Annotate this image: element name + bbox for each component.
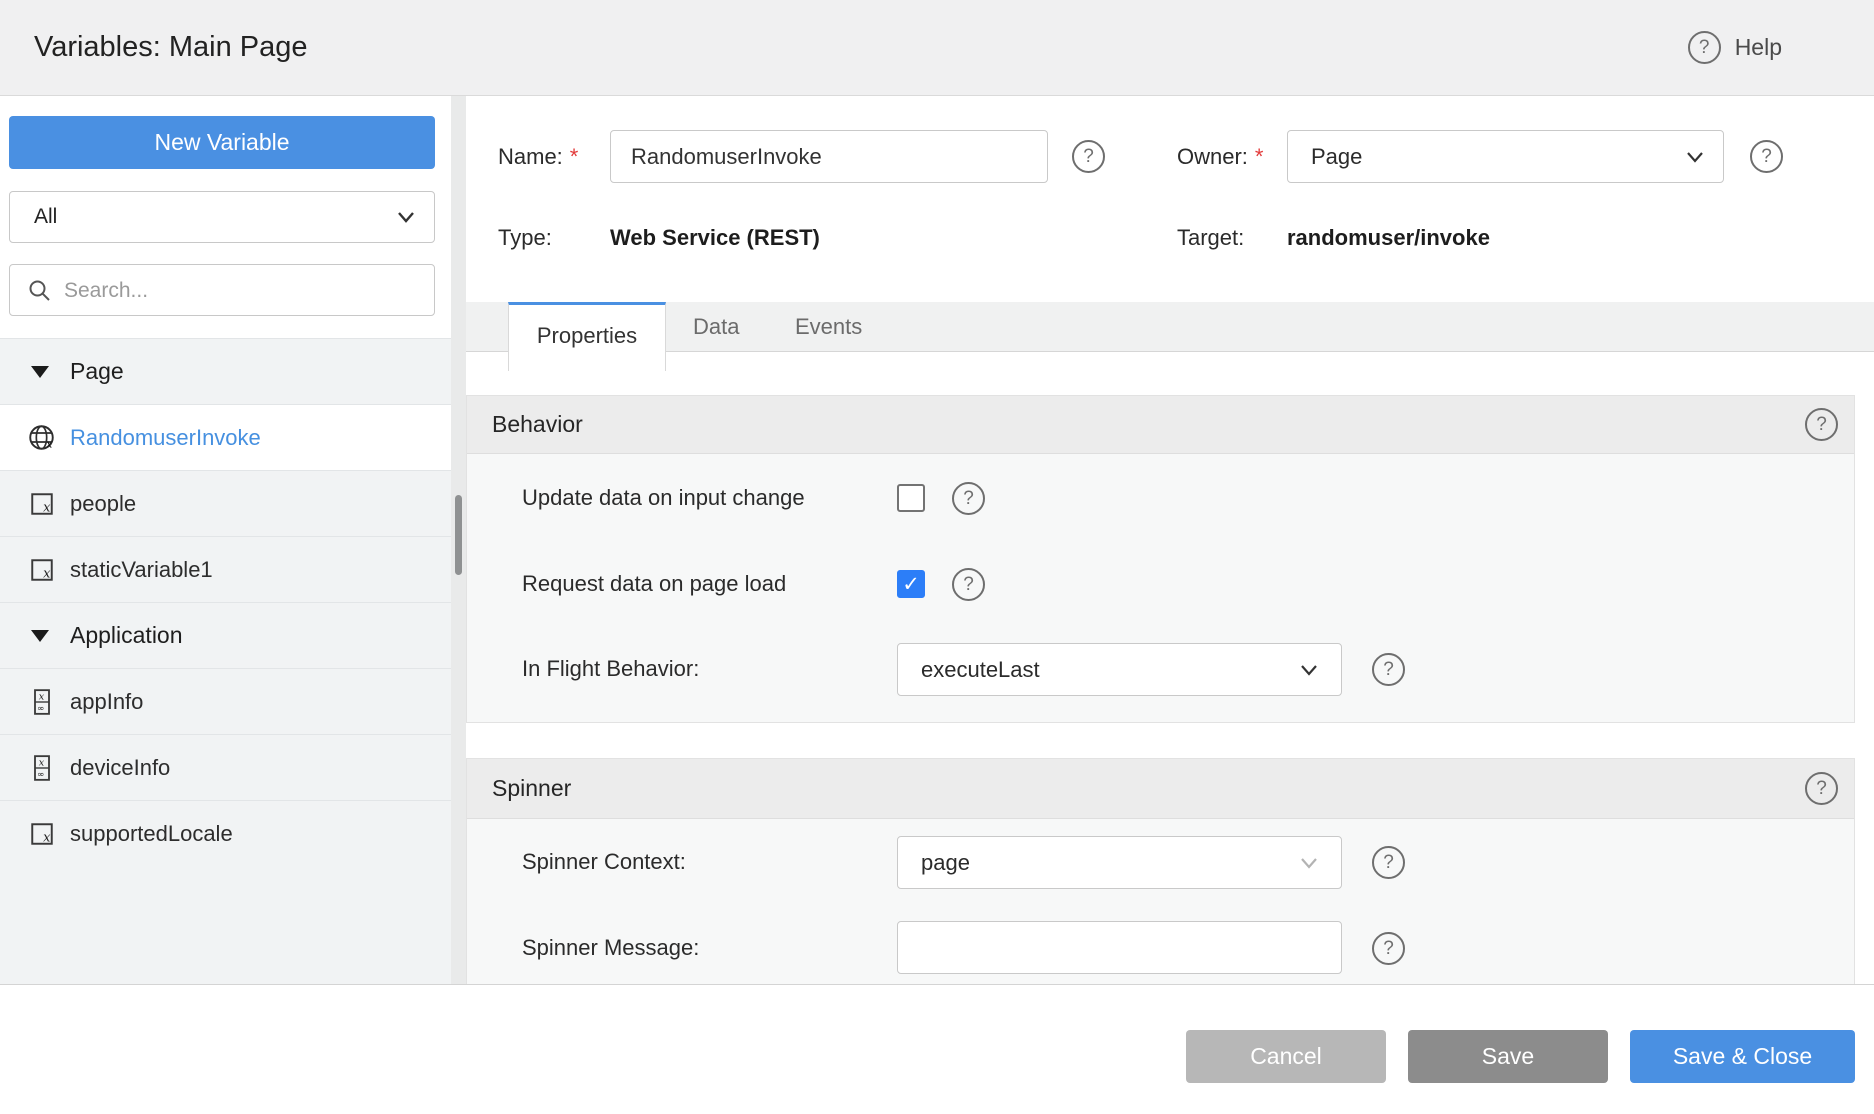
chevron-down-icon: [1299, 663, 1319, 677]
static-variable-icon: x: [28, 557, 55, 583]
tree-group-page[interactable]: Page: [0, 338, 451, 404]
tree-item-label: staticVariable1: [70, 557, 213, 583]
behavior-section: Behavior Update data on input change Req…: [466, 395, 1855, 723]
tab-properties[interactable]: Properties: [508, 302, 666, 371]
in-flight-behavior-label: In Flight Behavior:: [522, 654, 699, 684]
in-flight-behavior-help-icon[interactable]: [1372, 653, 1405, 686]
svg-text:x: x: [38, 691, 44, 702]
tree-item-supportedlocale[interactable]: x supportedLocale: [0, 800, 451, 866]
chevron-down-icon: [1299, 856, 1319, 870]
variables-dialog: Variables: Main Page Help New Variable A…: [0, 0, 1874, 1114]
variable-tree: Page x RandomuserInvoke x people x: [0, 338, 451, 985]
tree-item-label: people: [70, 491, 136, 517]
svg-text:∞: ∞: [37, 704, 44, 714]
required-asterisk: *: [1255, 144, 1264, 169]
in-flight-behavior-value: executeLast: [921, 644, 1040, 695]
tree-group-label: Page: [70, 358, 124, 385]
chevron-down-icon: [396, 210, 416, 224]
in-flight-behavior-select[interactable]: executeLast: [897, 643, 1342, 696]
tab-data[interactable]: Data: [693, 302, 739, 352]
owner-value: Page: [1311, 131, 1362, 182]
tab-strip: Data Events: [466, 302, 1874, 352]
save-and-close-button[interactable]: Save & Close: [1630, 1030, 1855, 1083]
required-asterisk: *: [570, 144, 579, 169]
help-link[interactable]: Help: [1688, 0, 1782, 95]
tree-item-label: supportedLocale: [70, 821, 233, 847]
static-variable-icon: x: [28, 491, 55, 517]
model-variable-icon: x∞: [28, 754, 55, 782]
update-data-label: Update data on input change: [522, 483, 805, 513]
search-icon: [27, 278, 53, 309]
caret-down-icon: [31, 366, 49, 378]
svg-text:x: x: [43, 500, 51, 515]
chevron-down-icon: [1685, 150, 1705, 164]
svg-text:x: x: [43, 830, 51, 845]
spinner-message-label: Spinner Message:: [522, 933, 699, 963]
tree-group-application[interactable]: Application: [0, 602, 451, 668]
spinner-message-input[interactable]: [897, 921, 1342, 974]
owner-help-icon[interactable]: [1750, 140, 1783, 173]
spinner-section-title: Spinner: [492, 759, 571, 817]
search-input[interactable]: [62, 266, 426, 316]
owner-select[interactable]: Page: [1287, 130, 1724, 183]
update-data-checkbox[interactable]: [897, 484, 925, 512]
owner-label: Owner:*: [1177, 130, 1263, 183]
request-data-checkbox[interactable]: [897, 570, 925, 598]
spinner-context-select[interactable]: page: [897, 836, 1342, 889]
spinner-section: Spinner Spinner Context: page Spinner Me…: [466, 758, 1855, 985]
svg-text:x: x: [46, 438, 53, 451]
tree-item-staticvariable1[interactable]: x staticVariable1: [0, 536, 451, 602]
help-label: Help: [1735, 34, 1782, 61]
tree-item-deviceinfo[interactable]: x∞ deviceInfo: [0, 734, 451, 800]
spinner-message-help-icon[interactable]: [1372, 932, 1405, 965]
tree-group-label: Application: [70, 622, 183, 649]
target-label: Target:: [1177, 214, 1244, 262]
svg-text:∞: ∞: [37, 770, 44, 780]
new-variable-button[interactable]: New Variable: [9, 116, 435, 169]
tab-events[interactable]: Events: [795, 302, 862, 352]
title-bar: Variables: Main Page Help: [0, 0, 1874, 96]
tree-item-label: RandomuserInvoke: [70, 425, 261, 451]
update-data-help-icon[interactable]: [952, 482, 985, 515]
svg-text:x: x: [38, 757, 44, 768]
static-variable-icon: x: [28, 821, 55, 847]
variable-filter-value: All: [34, 192, 57, 242]
variable-filter-select[interactable]: All: [9, 191, 435, 243]
tree-item-label: appInfo: [70, 689, 143, 715]
help-icon: [1688, 31, 1721, 64]
tree-item-appinfo[interactable]: x∞ appInfo: [0, 668, 451, 734]
variable-editor-panel: Name:* Owner:* Page Type: Web Service (R…: [466, 96, 1874, 985]
behavior-help-icon[interactable]: [1805, 408, 1838, 441]
type-label: Type:: [498, 214, 552, 262]
sidebar-scrollbar-thumb[interactable]: [455, 495, 462, 575]
name-input[interactable]: [610, 130, 1048, 183]
type-value: Web Service (REST): [610, 214, 820, 262]
svg-text:x: x: [43, 566, 51, 581]
sidebar-scrollbar-track: [451, 96, 466, 985]
caret-down-icon: [31, 630, 49, 642]
behavior-section-header: Behavior: [467, 396, 1854, 454]
page-title: Variables: Main Page: [34, 0, 308, 95]
spinner-section-header: Spinner: [467, 759, 1854, 819]
web-service-variable-icon: x: [28, 424, 55, 451]
name-label: Name:*: [498, 130, 578, 183]
behavior-section-title: Behavior: [492, 396, 583, 452]
save-button[interactable]: Save: [1408, 1030, 1608, 1083]
spinner-context-value: page: [921, 837, 970, 888]
request-data-label: Request data on page load: [522, 569, 786, 599]
variable-list-sidebar: New Variable All Page x R: [0, 96, 451, 985]
tree-item-people[interactable]: x people: [0, 470, 451, 536]
spinner-help-icon[interactable]: [1805, 772, 1838, 805]
name-help-icon[interactable]: [1072, 140, 1105, 173]
tree-item-randomuserinvoke[interactable]: x RandomuserInvoke: [0, 404, 451, 470]
content-footer-divider: [0, 984, 1874, 985]
target-value: randomuser/invoke: [1287, 214, 1490, 262]
tree-item-label: deviceInfo: [70, 755, 170, 781]
variable-search: [9, 264, 435, 316]
spinner-context-help-icon[interactable]: [1372, 846, 1405, 879]
spinner-context-label: Spinner Context:: [522, 847, 686, 877]
request-data-help-icon[interactable]: [952, 568, 985, 601]
model-variable-icon: x∞: [28, 688, 55, 716]
cancel-button[interactable]: Cancel: [1186, 1030, 1386, 1083]
